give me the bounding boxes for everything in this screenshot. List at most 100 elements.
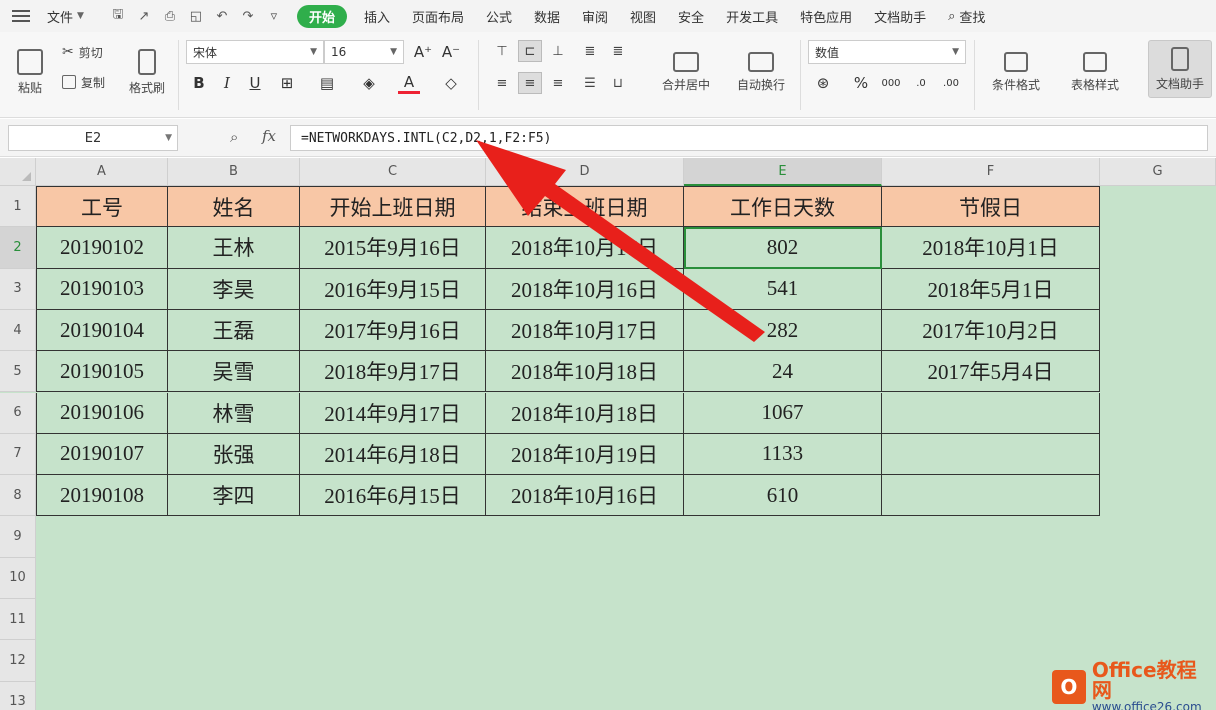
align-right-icon[interactable]: ≡ <box>546 72 570 94</box>
table-cell[interactable]: 2017年5月4日 <box>882 351 1100 393</box>
table-cell[interactable]: 2018年10月18日 <box>486 392 684 434</box>
zoom-icon[interactable]: ⌕ <box>230 128 238 146</box>
tab-6[interactable]: 视图 <box>619 7 667 26</box>
worksheet-grid[interactable]: A B C D E F G 1 2 3 4 5 6 7 8 9 10 11 12 13 工号 姓名 开始上班日期 结束上班日期… <box>0 158 1216 710</box>
indent-decrease-icon[interactable]: ≣ <box>578 40 602 62</box>
cut-button[interactable]: ✂ 剪切 <box>62 42 103 62</box>
table-cell[interactable]: 王林 <box>168 227 300 269</box>
shrink-font-button[interactable]: A⁻ <box>440 41 462 63</box>
font-size-select[interactable]: 16 ▼ <box>324 40 404 64</box>
bold-button[interactable]: B <box>188 72 210 94</box>
distribute-icon[interactable]: ⊔ <box>606 72 630 94</box>
active-cell-e2[interactable]: 802 <box>684 227 882 269</box>
customize-icon[interactable]: ▿ <box>265 7 283 25</box>
insert-function-button[interactable]: fx <box>262 127 276 145</box>
table-cell[interactable]: 吴雪 <box>168 351 300 393</box>
align-bottom-icon[interactable]: ⊥ <box>546 40 570 62</box>
row-header-11[interactable]: 11 <box>0 599 36 641</box>
tab-2[interactable]: 页面布局 <box>401 7 475 26</box>
currency-icon[interactable]: ⊛ <box>812 72 834 94</box>
table-cell[interactable]: 张强 <box>168 433 300 476</box>
indent-increase-icon[interactable]: ≣ <box>606 40 630 62</box>
tab-10[interactable]: 文档助手 <box>863 7 937 26</box>
increase-decimal-icon[interactable]: .0 <box>910 72 932 94</box>
tab-5[interactable]: 审阅 <box>571 7 619 26</box>
cell-style-icon[interactable]: ▤ <box>316 72 338 94</box>
font-name-select[interactable]: 宋体 ▼ <box>186 40 324 64</box>
table-cell[interactable]: 1133 <box>684 433 882 476</box>
row-header-12[interactable]: 12 <box>0 640 36 682</box>
row-header-3[interactable]: 3 <box>0 268 36 310</box>
table-cell[interactable]: 2018年10月19日 <box>486 433 684 476</box>
table-cell[interactable]: 林雪 <box>168 392 300 434</box>
select-all-corner[interactable] <box>0 158 36 186</box>
align-center-icon[interactable]: ≡ <box>518 72 542 94</box>
tab-0[interactable]: 开始 <box>296 4 347 28</box>
row-header-6[interactable]: 6 <box>0 392 36 434</box>
clear-format-icon[interactable]: ◇ <box>440 72 462 94</box>
table-cell[interactable]: 20190102 <box>36 227 168 269</box>
tab-4[interactable]: 数据 <box>523 7 571 26</box>
table-header-cell[interactable]: 节假日 <box>882 186 1100 228</box>
grow-font-button[interactable]: A⁺ <box>412 41 434 63</box>
tab-7[interactable]: 安全 <box>667 7 715 26</box>
column-header-c[interactable]: C <box>300 158 486 186</box>
table-cell[interactable]: 20190106 <box>36 392 168 434</box>
column-header-e[interactable]: E <box>684 158 882 186</box>
table-cell[interactable]: 1067 <box>684 392 882 434</box>
font-color-icon[interactable]: A <box>398 72 420 94</box>
table-cell[interactable]: 541 <box>684 268 882 310</box>
table-cell[interactable]: 王磊 <box>168 309 300 352</box>
table-cell[interactable]: 2018年10月17日 <box>486 309 684 352</box>
conditional-format-button[interactable]: 条件格式 <box>980 42 1052 102</box>
number-format-select[interactable]: 数值 ▼ <box>808 40 966 64</box>
table-header-cell[interactable]: 开始上班日期 <box>300 186 486 228</box>
decrease-decimal-icon[interactable]: .00 <box>940 72 962 94</box>
save-icon[interactable]: 🖫 <box>109 7 127 25</box>
table-cell[interactable]: 李昊 <box>168 268 300 310</box>
row-header-8[interactable]: 8 <box>0 475 36 517</box>
percent-button[interactable]: % <box>850 72 872 94</box>
thousands-icon[interactable]: 000 <box>880 72 902 94</box>
table-cell[interactable]: 20190107 <box>36 433 168 476</box>
paste-button[interactable]: 粘贴 <box>10 42 50 102</box>
align-middle-icon[interactable]: ⊏ <box>518 40 542 62</box>
file-menu[interactable]: 文件 ▼ <box>36 7 95 26</box>
tab-1[interactable]: 插入 <box>353 7 401 26</box>
table-header-cell[interactable]: 结束上班日期 <box>486 186 684 228</box>
format-painter-button[interactable]: 格式刷 <box>124 42 170 102</box>
tab-8[interactable]: 开发工具 <box>715 7 789 26</box>
row-header-5[interactable]: 5 <box>0 351 36 393</box>
table-cell[interactable] <box>882 392 1100 434</box>
table-cell[interactable]: 2018年10月18日 <box>486 351 684 393</box>
row-header-2[interactable]: 2 <box>0 227 36 269</box>
borders-icon[interactable]: ⊞ <box>276 72 298 94</box>
table-cell[interactable]: 2018年10月1日 <box>882 227 1100 269</box>
undo-icon[interactable]: ↶ <box>213 7 231 25</box>
column-header-g[interactable]: G <box>1100 158 1216 186</box>
table-cell[interactable] <box>882 475 1100 517</box>
name-box[interactable]: E2 ▼ <box>8 125 178 151</box>
column-header-a[interactable]: A <box>36 158 168 186</box>
table-cell[interactable]: 李四 <box>168 475 300 517</box>
merge-center-button[interactable]: 合并居中 <box>648 42 724 102</box>
doc-helper-button[interactable]: 文档助手 <box>1148 40 1212 98</box>
table-cell[interactable]: 2016年9月15日 <box>300 268 486 310</box>
row-header-9[interactable]: 9 <box>0 516 36 558</box>
table-cell[interactable]: 2018年5月1日 <box>882 268 1100 310</box>
column-header-f[interactable]: F <box>882 158 1100 186</box>
column-header-d[interactable]: D <box>486 158 684 186</box>
table-cell[interactable]: 20190108 <box>36 475 168 517</box>
row-header-1[interactable]: 1 <box>0 186 36 228</box>
table-cell[interactable]: 2018年9月17日 <box>300 351 486 393</box>
search-box[interactable]: ⌕ 查找 <box>937 7 996 26</box>
table-cell[interactable]: 2017年9月16日 <box>300 309 486 352</box>
table-style-button[interactable]: 表格样式 <box>1058 42 1132 102</box>
justify-icon[interactable]: ☰ <box>578 72 602 94</box>
table-header-cell[interactable]: 工号 <box>36 186 168 228</box>
underline-button[interactable]: U <box>244 72 266 94</box>
italic-button[interactable]: I <box>216 72 238 94</box>
table-cell[interactable]: 2016年6月15日 <box>300 475 486 517</box>
table-cell[interactable]: 2018年10月16日 <box>486 475 684 517</box>
copy-button[interactable]: 复制 <box>62 72 105 92</box>
